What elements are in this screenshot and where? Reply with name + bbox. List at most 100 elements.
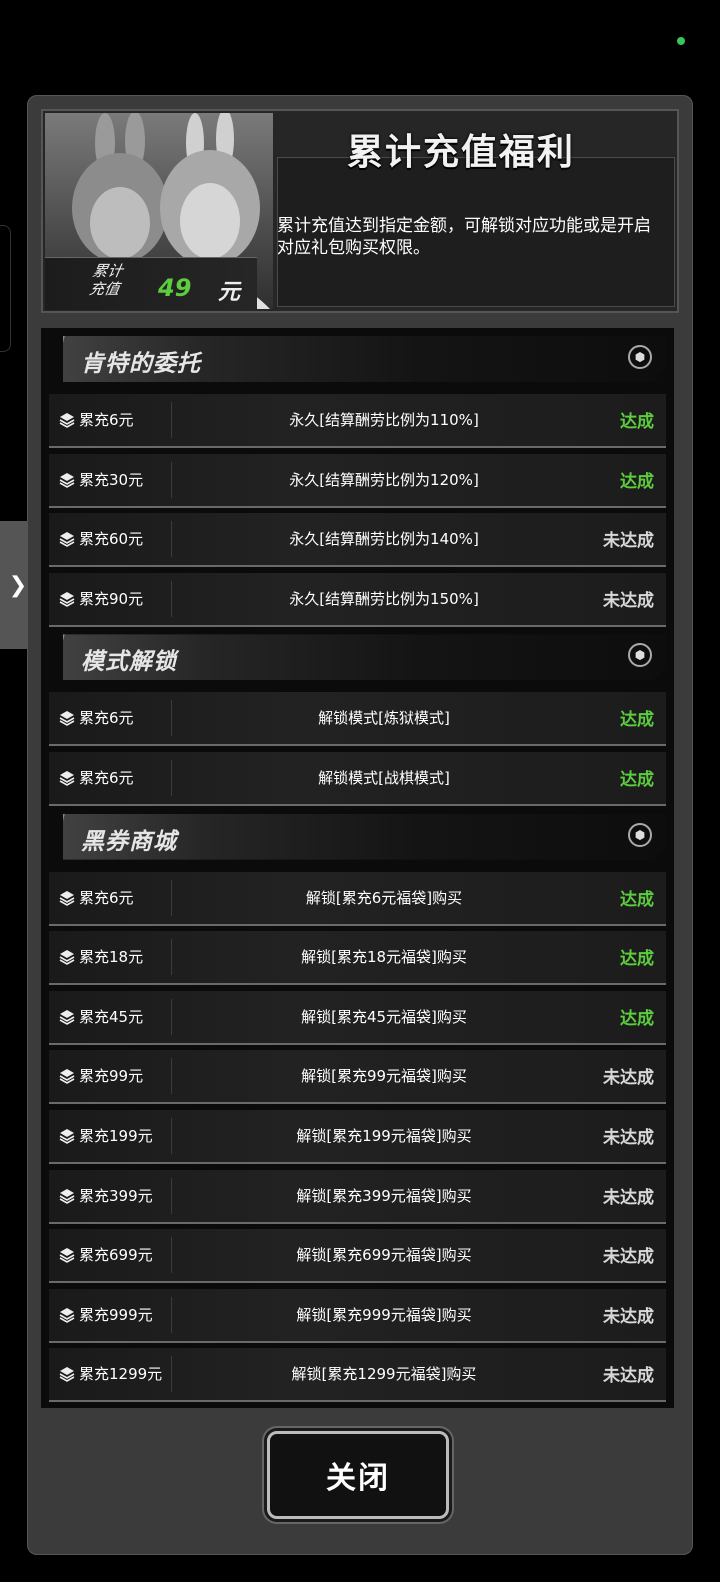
row-divider: [171, 580, 172, 617]
layers-icon: [59, 1129, 75, 1144]
hexagon-icon[interactable]: ⬢: [628, 345, 652, 369]
hexagon-icon[interactable]: ⬢: [628, 823, 652, 847]
layers-icon: [59, 1248, 75, 1264]
row-reward: 解锁[累充699元福袋]购买: [296, 1246, 472, 1265]
row-status: 达成: [620, 412, 654, 432]
row-divider: [171, 998, 172, 1035]
row-status: 未达成: [603, 590, 654, 611]
row-divider: [171, 1118, 172, 1154]
dialog-header: 累计 充值 49 元 累计充值福利 累计充值达到指定金额，可解锁对应功能或是开启…: [41, 109, 679, 313]
section-stripe: [45, 814, 64, 860]
hexagon-icon[interactable]: ⬢: [628, 643, 652, 667]
layers-icon: [59, 1069, 75, 1085]
layers-icon: [59, 591, 75, 607]
layers-icon: [59, 950, 75, 966]
row-amount: 累充30元: [79, 470, 144, 489]
row-reward: 解锁模式[战棋模式]: [318, 769, 450, 787]
row-amount: 累充999元: [79, 1305, 153, 1324]
reward-row: 累充60元 永久[结算酬劳比例为140%] 未达成: [49, 513, 666, 568]
row-amount: 累充699元: [79, 1246, 153, 1265]
row-status: 达成: [620, 770, 654, 790]
row-status: 未达成: [603, 531, 654, 552]
layers-icon: [59, 890, 75, 906]
reward-row: 累充699元 解锁[累充699元福袋]购买 未达成: [49, 1229, 666, 1284]
row-status: 未达成: [603, 1306, 654, 1327]
row-amount: 累充6元: [79, 769, 134, 787]
row-amount: 累充6元: [79, 888, 134, 907]
layers-icon: [59, 413, 75, 428]
section-stripe: [45, 336, 64, 382]
row-status: 达成: [620, 471, 654, 492]
row-amount: 累充399元: [79, 1186, 153, 1205]
row-divider: [171, 1177, 172, 1214]
recharge-benefits-dialog: 累计 充值 49 元 累计充值福利 累计充值达到指定金额，可解锁对应功能或是开启…: [27, 95, 693, 1555]
row-divider: [171, 461, 172, 498]
reward-list[interactable]: 肯特的委托 ⬢ 累充6元 永久[结算酬劳比例为110%] 达成 累充30元 永久[结算酬劳比…: [41, 328, 674, 1408]
row-status: 未达成: [603, 1068, 654, 1089]
row-status: 未达成: [603, 1366, 654, 1387]
row-divider: [171, 1237, 172, 1274]
row-status: 达成: [620, 1008, 654, 1029]
row-reward: 解锁[累充399元福袋]购买: [296, 1186, 472, 1205]
reward-row: 累充999元 解锁[累充999元福袋]购买 未达成: [49, 1288, 666, 1343]
reward-row: 累充90元 永久[结算酬劳比例为150%] 未达成: [49, 572, 666, 627]
row-status: 达成: [620, 949, 654, 970]
section-title: 模式解锁: [81, 649, 177, 676]
row-divider: [171, 1356, 172, 1393]
layers-icon: [59, 532, 75, 548]
row-divider: [171, 1296, 172, 1333]
layers-icon: [59, 1009, 75, 1025]
row-amount: 累充60元: [79, 530, 144, 549]
row-reward: 解锁[累充1299元福袋]购买: [291, 1365, 477, 1384]
section-title: 肯特的委托: [81, 351, 201, 377]
reward-row: 累充99元 解锁[累充99元福袋]购买 未达成: [49, 1050, 666, 1105]
row-divider: [171, 521, 172, 558]
layers-icon: [59, 1367, 75, 1383]
total-recharge-value: 49: [158, 274, 192, 302]
row-amount: 累充90元: [79, 589, 144, 608]
reward-row: 累充6元 解锁模式[战棋模式] 达成: [49, 752, 666, 806]
dialog-title: 累计充值福利: [346, 132, 575, 173]
row-status: 未达成: [603, 1247, 654, 1268]
section-title: 黑券商城: [81, 828, 177, 855]
reward-row: 累充6元 解锁模式[炼狱模式] 达成: [49, 692, 666, 747]
row-reward: 永久[结算酬劳比例为110%]: [289, 411, 479, 429]
row-amount: 累充1299元: [79, 1365, 163, 1384]
row-reward: 解锁[累充999元福袋]购买: [296, 1305, 472, 1324]
row-reward: 解锁模式[炼狱模式]: [318, 709, 450, 728]
row-amount: 累充6元: [79, 411, 134, 429]
reward-row: 累充18元 解锁[累充18元福袋]购买 达成: [49, 931, 666, 986]
total-recharge-box: 累计 充值 49 元: [45, 257, 257, 310]
layers-icon: [59, 711, 75, 727]
row-reward: 永久[结算酬劳比例为150%]: [289, 589, 479, 608]
row-reward: 解锁[累充199元福袋]购买: [296, 1127, 472, 1145]
reward-row: 累充30元 永久[结算酬劳比例为120%] 达成: [49, 453, 666, 508]
row-divider: [171, 700, 172, 737]
reward-row: 累充6元 永久[结算酬劳比例为110%] 达成: [49, 394, 666, 448]
row-divider: [171, 1058, 172, 1095]
layers-icon: [59, 1188, 75, 1204]
close-button[interactable]: 关闭: [267, 1431, 449, 1519]
reward-row: 累充6元 解锁[累充6元福袋]购买 达成: [49, 871, 666, 926]
row-reward: 永久[结算酬劳比例为120%]: [289, 470, 479, 489]
dialog-description: 累计充值达到指定金额，可解锁对应功能或是开启对应礼包购买权限。: [277, 216, 651, 258]
status-indicator-dot: [677, 37, 685, 45]
row-divider: [171, 402, 172, 438]
total-recharge-label: 累计 充值: [72, 262, 140, 298]
row-divider: [171, 760, 172, 796]
total-label-line1: 累计: [90, 262, 125, 280]
section-header: 肯特的委托 ⬢: [49, 336, 666, 382]
row-reward: 永久[结算酬劳比例为140%]: [289, 530, 479, 549]
reward-row: 累充45元 解锁[累充45元福袋]购买 达成: [49, 990, 666, 1045]
layers-icon: [59, 472, 75, 488]
row-status: 达成: [620, 889, 654, 910]
chevron-right-icon: ❯: [8, 572, 28, 598]
row-reward: 解锁[累充18元福袋]购买: [301, 948, 467, 967]
row-amount: 累充6元: [79, 709, 134, 728]
row-status: 未达成: [603, 1128, 654, 1148]
total-recharge-unit: 元: [218, 280, 241, 305]
total-label-line2: 充值: [87, 280, 121, 298]
side-panel-edge: [0, 225, 11, 352]
row-amount: 累充18元: [79, 948, 144, 967]
row-amount: 累充45元: [79, 1007, 144, 1026]
